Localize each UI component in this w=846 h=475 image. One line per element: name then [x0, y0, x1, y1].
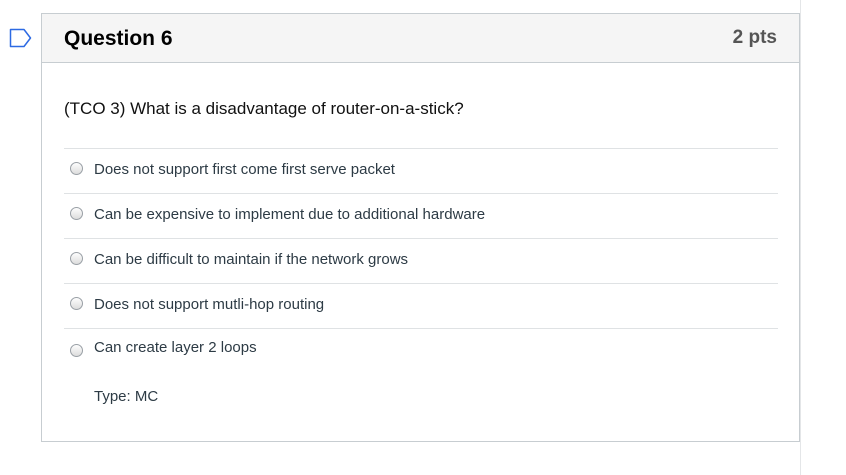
question-text: (TCO 3) What is a disadvantage of router… — [64, 99, 464, 118]
answer-label[interactable]: Can be expensive to implement due to add… — [94, 206, 485, 223]
radio-button[interactable] — [70, 252, 83, 265]
answer-label[interactable]: Does not support first come first serve … — [94, 161, 395, 178]
answer-option[interactable]: Can be expensive to implement due to add… — [64, 193, 778, 238]
answer-label[interactable]: Can be difficult to maintain if the netw… — [94, 251, 408, 268]
question-title: Question 6 — [64, 27, 173, 50]
radio-button[interactable] — [70, 297, 83, 310]
answer-option[interactable]: Can be difficult to maintain if the netw… — [64, 238, 778, 283]
question-card: Question 6 2 pts (TCO 3) What is a disad… — [41, 13, 800, 442]
quiz-page: Question 6 2 pts (TCO 3) What is a disad… — [0, 0, 846, 475]
question-header: Question 6 2 pts — [42, 14, 799, 63]
answer-label[interactable]: Does not support mutli-hop routing — [94, 296, 324, 313]
radio-button[interactable] — [70, 162, 83, 175]
answer-option[interactable]: Does not support first come first serve … — [64, 148, 778, 193]
radio-button[interactable] — [70, 344, 83, 357]
answer-label[interactable]: Can create layer 2 loops — [94, 339, 257, 356]
page-divider — [800, 0, 801, 475]
flag-question-icon[interactable] — [9, 28, 33, 48]
question-type-label: Type: MC — [94, 388, 159, 405]
answer-option[interactable]: Does not support mutli-hop routing — [64, 283, 778, 328]
question-points: 2 pts — [732, 27, 777, 48]
answer-list: Does not support first come first serve … — [64, 148, 778, 366]
radio-button[interactable] — [70, 207, 83, 220]
answer-option[interactable]: Can create layer 2 loops — [64, 328, 778, 366]
